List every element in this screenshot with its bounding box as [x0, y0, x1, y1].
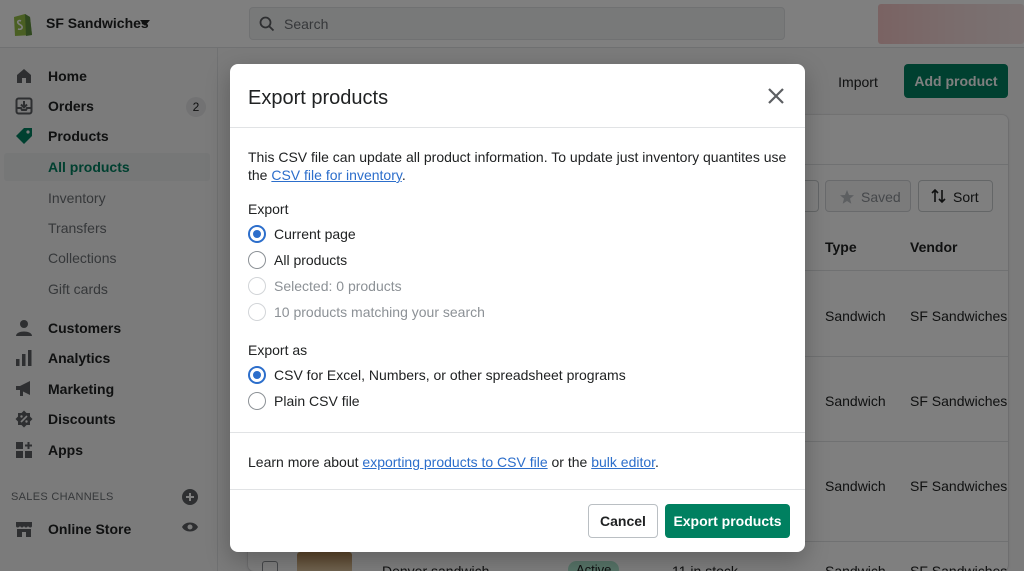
- radio-button: [248, 303, 266, 321]
- learn-more-text: Learn more about exporting products to C…: [248, 454, 659, 470]
- radio-label: Selected: 0 products: [274, 278, 402, 294]
- dialog-footer-divider: [230, 489, 805, 490]
- export-scope-label: Export: [248, 201, 289, 217]
- radio-label: All products: [274, 252, 348, 268]
- close-icon[interactable]: [764, 84, 788, 108]
- radio-button[interactable]: [248, 225, 266, 243]
- radio-label: Current page: [274, 226, 356, 242]
- export-format-label: Export as: [248, 342, 308, 358]
- radio-button[interactable]: [248, 366, 266, 384]
- export-products-dialog: Export products This CSV file can update…: [230, 64, 805, 552]
- exporting-csv-link[interactable]: exporting products to CSV file: [362, 454, 547, 470]
- learn-prefix: Learn more about: [248, 454, 363, 470]
- dialog-section-divider: [230, 432, 805, 433]
- description-end: .: [401, 167, 406, 183]
- learn-end: .: [655, 454, 659, 470]
- radio-label: Plain CSV file: [274, 393, 360, 409]
- dialog-description: This CSV file can update all product inf…: [248, 148, 788, 184]
- radio-label: CSV for Excel, Numbers, or other spreads…: [274, 367, 626, 383]
- export-products-button[interactable]: Export products: [665, 504, 790, 538]
- dialog-header-divider: [230, 127, 805, 128]
- radio-button: [248, 277, 266, 295]
- radio-button[interactable]: [248, 392, 266, 410]
- cancel-button[interactable]: Cancel: [588, 504, 658, 538]
- csv-inventory-link[interactable]: CSV file for inventory: [271, 167, 401, 183]
- dialog-title: Export products: [248, 87, 389, 109]
- radio-button[interactable]: [248, 251, 266, 269]
- radio-label: 10 products matching your search: [274, 304, 485, 320]
- bulk-editor-link[interactable]: bulk editor: [591, 454, 655, 470]
- learn-mid: or the: [547, 454, 592, 470]
